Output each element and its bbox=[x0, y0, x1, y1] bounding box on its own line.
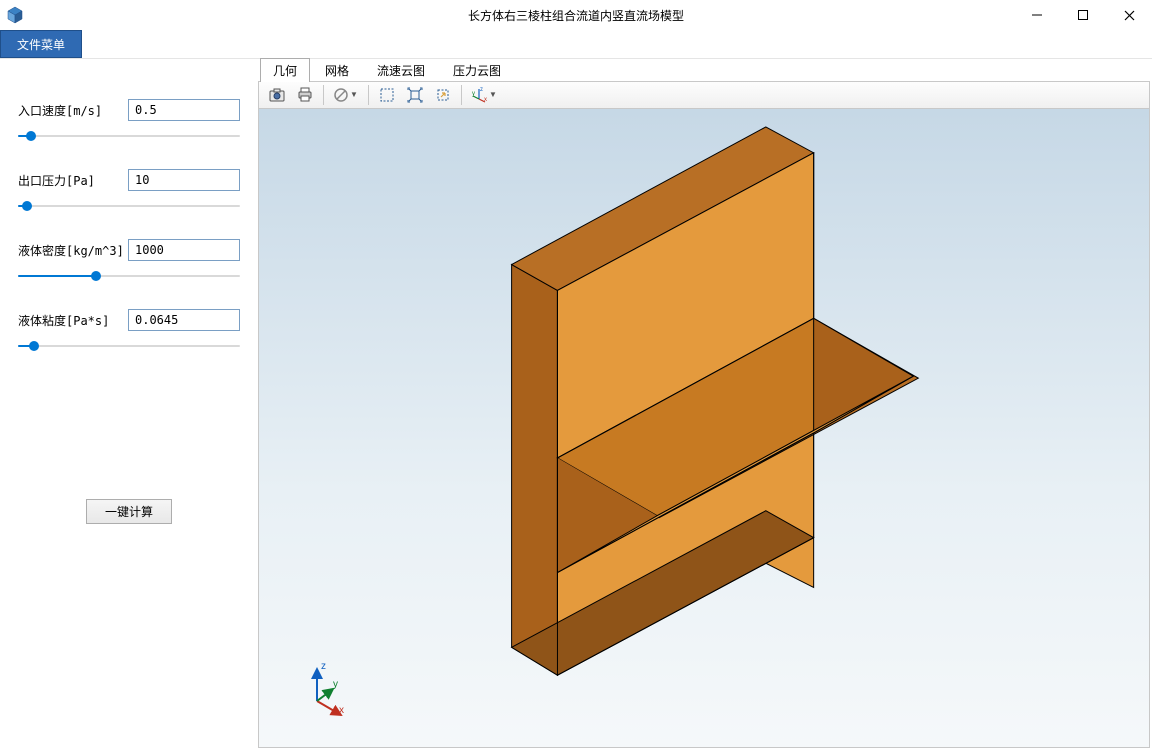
svg-text:y: y bbox=[472, 91, 475, 97]
chevron-down-icon: ▼ bbox=[350, 91, 358, 99]
inlet-velocity-input[interactable] bbox=[128, 99, 240, 121]
toolbar-separator bbox=[323, 85, 324, 105]
param-row-density: 液体密度[kg/m^3] bbox=[18, 239, 240, 261]
box-select-button[interactable] bbox=[373, 83, 401, 107]
density-slider[interactable] bbox=[18, 269, 240, 283]
viewport-3d[interactable]: z x y bbox=[259, 109, 1149, 747]
param-row-viscosity: 液体粘度[Pa*s] bbox=[18, 309, 240, 331]
tab-velocity[interactable]: 流速云图 bbox=[364, 58, 438, 82]
density-input[interactable] bbox=[128, 239, 240, 261]
main-area: 入口速度[m/s] 出口压力[Pa] 液体密度[kg/m^3] bbox=[0, 59, 1152, 751]
viscosity-input[interactable] bbox=[128, 309, 240, 331]
highlight-icon bbox=[435, 87, 451, 103]
fit-view-icon bbox=[407, 87, 423, 103]
tab-geometry[interactable]: 几何 bbox=[260, 58, 310, 82]
inlet-velocity-slider[interactable] bbox=[18, 129, 240, 143]
tab-mesh[interactable]: 网格 bbox=[312, 58, 362, 82]
axis-x-label: x bbox=[339, 705, 344, 716]
outlet-pressure-slider[interactable] bbox=[18, 199, 240, 213]
select-rect-icon bbox=[379, 87, 395, 103]
param-label: 液体密度[kg/m^3] bbox=[18, 242, 128, 259]
param-label: 出口压力[Pa] bbox=[18, 172, 128, 189]
close-button[interactable] bbox=[1106, 0, 1152, 30]
model-geometry bbox=[259, 109, 1149, 747]
axis-orientation-dropdown[interactable]: z x y ▼ bbox=[466, 83, 502, 107]
highlight-button[interactable] bbox=[429, 83, 457, 107]
param-label: 液体粘度[Pa*s] bbox=[18, 312, 128, 329]
toolbar-separator bbox=[461, 85, 462, 105]
screenshot-button[interactable] bbox=[263, 83, 291, 107]
hide-selection-dropdown[interactable]: ▼ bbox=[328, 83, 364, 107]
chevron-down-icon: ▼ bbox=[489, 91, 497, 99]
axis-orient-icon: z x y bbox=[471, 87, 487, 103]
axis-y-label: y bbox=[333, 679, 338, 690]
param-row-outlet-pressure: 出口压力[Pa] bbox=[18, 169, 240, 191]
param-label: 入口速度[m/s] bbox=[18, 102, 128, 119]
title-bar: 长方体右三棱柱组合流道内竖直流场模型 bbox=[0, 0, 1152, 30]
minimize-button[interactable] bbox=[1014, 0, 1060, 30]
axis-z-label: z bbox=[321, 661, 326, 672]
fit-view-button[interactable] bbox=[401, 83, 429, 107]
maximize-button[interactable] bbox=[1060, 0, 1106, 30]
tab-content: ▼ bbox=[258, 81, 1150, 748]
content-area: 几何 网格 流速云图 压力云图 bbox=[258, 59, 1152, 751]
toolbar-separator bbox=[368, 85, 369, 105]
svg-text:z: z bbox=[480, 87, 483, 93]
compute-button[interactable]: 一键计算 bbox=[86, 499, 172, 524]
parameters-panel: 入口速度[m/s] 出口压力[Pa] 液体密度[kg/m^3] bbox=[0, 59, 258, 751]
print-button[interactable] bbox=[291, 83, 319, 107]
print-icon bbox=[297, 87, 313, 103]
axis-triad: z x y bbox=[299, 659, 359, 719]
viewport-toolbar: ▼ bbox=[259, 82, 1149, 109]
window-controls bbox=[1014, 0, 1152, 30]
camera-icon bbox=[269, 88, 285, 102]
window-title: 长方体右三棱柱组合流道内竖直流场模型 bbox=[0, 7, 1152, 24]
outlet-pressure-input[interactable] bbox=[128, 169, 240, 191]
param-row-inlet-velocity: 入口速度[m/s] bbox=[18, 99, 240, 121]
file-menu[interactable]: 文件菜单 bbox=[0, 30, 82, 58]
viscosity-slider[interactable] bbox=[18, 339, 240, 353]
tab-bar: 几何 网格 流速云图 压力云图 bbox=[258, 59, 1152, 82]
app-icon bbox=[0, 0, 30, 30]
svg-text:x: x bbox=[484, 97, 487, 103]
no-entry-icon bbox=[334, 88, 348, 102]
menu-bar: 文件菜单 bbox=[0, 30, 1152, 59]
tab-pressure[interactable]: 压力云图 bbox=[440, 58, 514, 82]
